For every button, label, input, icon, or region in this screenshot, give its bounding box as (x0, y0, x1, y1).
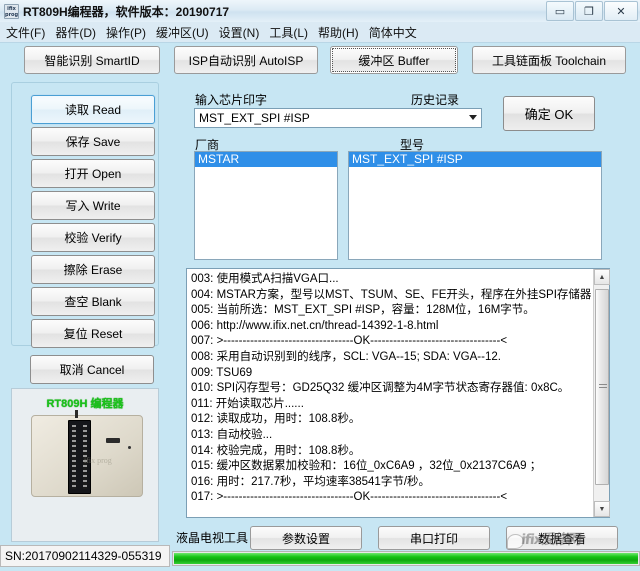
menu-item-help[interactable]: 帮助(H) (318, 24, 359, 41)
log-line: 007: >----------------------------------… (191, 334, 592, 350)
data-view-button[interactable]: 数据查看 (506, 526, 618, 550)
maximize-button[interactable]: ❐ (575, 1, 603, 21)
log-line: 008: 采用自动识别到的线序，SCL: VGA--15; SDA: VGA--… (191, 350, 592, 366)
log-line: 015: 缓冲区数据累加校验和：16位_0xC6A9 ，32位_0x2137C6… (191, 459, 592, 475)
write-button[interactable]: 写入 Write (31, 191, 155, 220)
log-line: 010: SPI闪存型号：GD25Q32 缓冲区调整为4M字节状态寄存器值: 0… (191, 381, 592, 397)
menu-item-file[interactable]: 文件(F) (6, 24, 45, 41)
led-indicator-icon (128, 446, 131, 449)
scrollbar-thumb[interactable] (595, 289, 609, 485)
device-photo: RT809H 编程器 ifix prog (11, 388, 159, 542)
scroll-up-arrow-icon[interactable]: ▲ (594, 269, 610, 285)
verify-button[interactable]: 校验 Verify (31, 223, 155, 252)
menu-bar: 文件(F) 器件(D) 操作(P) 缓冲区(U) 设置(N) 工具(L) 帮助(… (0, 22, 640, 43)
toolbar-button-autoisp[interactable]: ISP自动识别 AutoISP (174, 46, 318, 74)
chevron-down-icon[interactable] (469, 115, 477, 120)
menu-item-language[interactable]: 简体中文 (369, 24, 417, 41)
chip-input-combobox[interactable]: MST_EXT_SPI #ISP (194, 108, 482, 128)
lcd-tv-tools-label: 液晶电视工具 (176, 529, 248, 546)
log-line: 014: 校验完成，用时：108.8秒。 (191, 444, 592, 460)
serial-number-field: SN:20170902114329-055319 (0, 545, 170, 567)
device-body-watermark: ifix prog (84, 456, 112, 465)
rt809h-programmer-window: ifixprog RT809H编程器，软件版本：20190717 ▭ ❐ ✕ 文… (0, 0, 640, 571)
scrollbar-grip-icon (599, 384, 607, 390)
app-icon: ifixprog (4, 4, 19, 19)
erase-button[interactable]: 擦除 Erase (31, 255, 155, 284)
log-lines-container: 003: 使用模式A扫描VGA口...004: MSTAR方案，型号以MST、T… (187, 269, 592, 517)
menu-item-tools[interactable]: 工具(L) (269, 24, 308, 41)
read-button[interactable]: 读取 Read (31, 95, 155, 124)
log-line: 004: MSTAR方案，型号以MST、TSUM、SE、FE开头，程序在外挂SP… (191, 288, 592, 304)
toolbar-button-smartid[interactable]: 智能识别 SmartID (24, 46, 160, 74)
title-bar: ifixprog RT809H编程器，软件版本：20190717 ▭ ❐ ✕ (0, 0, 640, 23)
save-button[interactable]: 保存 Save (31, 127, 155, 156)
parameter-settings-button[interactable]: 参数设置 (250, 526, 362, 550)
window-title: RT809H编程器，软件版本：20190717 (23, 3, 229, 20)
manufacturer-listbox[interactable]: MSTAR (194, 151, 338, 260)
serial-number-text: SN:20170902114329-055319 (5, 549, 162, 563)
reset-button[interactable]: 复位 Reset (31, 319, 155, 348)
close-button[interactable]: ✕ (604, 1, 638, 21)
log-line: 013: 自动校验... (191, 428, 592, 444)
usb-port-icon (106, 438, 120, 443)
chip-input-value: MST_EXT_SPI #ISP (199, 111, 310, 125)
scroll-down-arrow-icon[interactable]: ▼ (594, 501, 610, 517)
list-item[interactable]: MSTAR (195, 152, 337, 167)
log-line: 016: 用时：217.7秒，平均速率38541字节/秒。 (191, 475, 592, 491)
toolbar-button-toolchain[interactable]: 工具链面板 Toolchain (472, 46, 626, 74)
history-label: 历史记录 (411, 91, 459, 108)
list-item[interactable]: MST_EXT_SPI #ISP (349, 152, 601, 167)
cancel-button[interactable]: 取消 Cancel (30, 355, 154, 384)
log-line: 009: TSU69 (191, 366, 592, 382)
log-line: 012: 读取成功，用时：108.8秒。 (191, 412, 592, 428)
open-button[interactable]: 打开 Open (31, 159, 155, 188)
device-photo-title: RT809H 编程器 (12, 395, 158, 411)
log-line: 006: http://www.ifix.net.cn/thread-14392… (191, 319, 592, 335)
toolbar: 智能识别 SmartID ISP自动识别 AutoISP 缓冲区 Buffer … (0, 44, 640, 76)
blank-button[interactable]: 查空 Blank (31, 287, 155, 316)
menu-item-settings[interactable]: 设置(N) (219, 24, 260, 41)
log-line: 017: >----------------------------------… (191, 490, 592, 506)
menu-item-buffer[interactable]: 缓冲区(U) (156, 24, 209, 41)
zif-lever-icon (75, 410, 78, 418)
serial-print-button[interactable]: 串口打印 (378, 526, 490, 550)
minimize-button[interactable]: ▭ (546, 1, 574, 21)
log-line: 005: 当前所选：MST_EXT_SPI #ISP，容量：128M位，16M字… (191, 303, 592, 319)
log-panel[interactable]: 003: 使用模式A扫描VGA口...004: MSTAR方案，型号以MST、T… (186, 268, 610, 518)
toolbar-button-buffer[interactable]: 缓冲区 Buffer (330, 46, 458, 74)
menu-item-operate[interactable]: 操作(P) (106, 24, 146, 41)
operations-group: 读取 Read 保存 Save 打开 Open 写入 Write 校验 Veri… (11, 82, 159, 346)
progress-bar-fill (174, 553, 638, 564)
chip-input-label: 输入芯片印字 (195, 91, 267, 108)
log-line: 003: 使用模式A扫描VGA口... (191, 272, 592, 288)
log-scrollbar[interactable]: ▲ ▼ (593, 269, 609, 517)
confirm-ok-button[interactable]: 确定 OK (503, 96, 595, 131)
log-line: 011: 开始读取芯片...... (191, 397, 592, 413)
progress-bar (172, 551, 640, 566)
window-controls: ▭ ❐ ✕ (545, 1, 638, 21)
model-listbox[interactable]: MST_EXT_SPI #ISP (348, 151, 602, 260)
menu-item-device[interactable]: 器件(D) (55, 24, 96, 41)
device-body-graphic: ifix prog (31, 415, 143, 497)
